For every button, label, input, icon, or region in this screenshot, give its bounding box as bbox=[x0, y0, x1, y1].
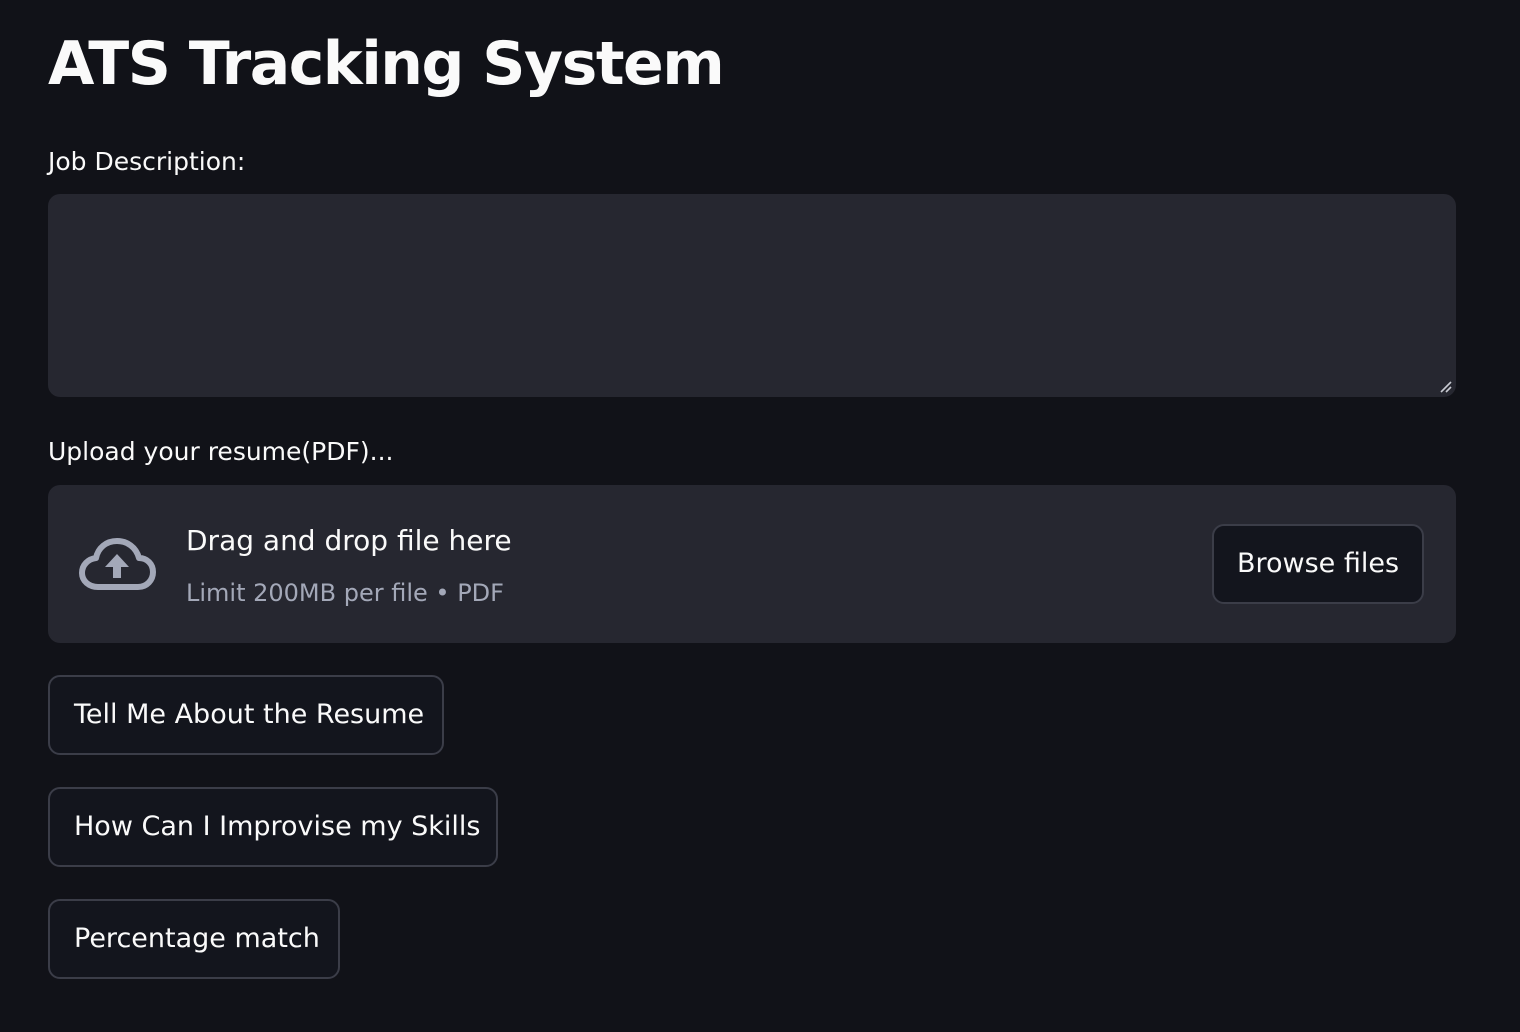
job-description-container bbox=[48, 194, 1456, 397]
tell-me-about-resume-button[interactable]: Tell Me About the Resume bbox=[48, 675, 444, 755]
job-description-label: Job Description: bbox=[48, 147, 246, 176]
improve-skills-button[interactable]: How Can I Improvise my Skills bbox=[48, 787, 498, 867]
job-description-input[interactable] bbox=[48, 194, 1456, 397]
browse-files-button[interactable]: Browse files bbox=[1212, 524, 1424, 604]
percentage-match-button[interactable]: Percentage match bbox=[48, 899, 340, 979]
resize-grip-icon[interactable] bbox=[1438, 379, 1452, 393]
cloud-upload-icon bbox=[79, 538, 156, 590]
file-dropzone[interactable]: Drag and drop file here Limit 200MB per … bbox=[48, 485, 1456, 643]
dropzone-instructions: Drag and drop file here bbox=[186, 524, 512, 557]
app-page: ATS Tracking System Job Description: Upl… bbox=[0, 0, 1520, 1032]
dropzone-limit-text: Limit 200MB per file • PDF bbox=[186, 579, 504, 607]
page-title: ATS Tracking System bbox=[48, 29, 725, 99]
resume-upload-label: Upload your resume(PDF)... bbox=[48, 437, 394, 466]
